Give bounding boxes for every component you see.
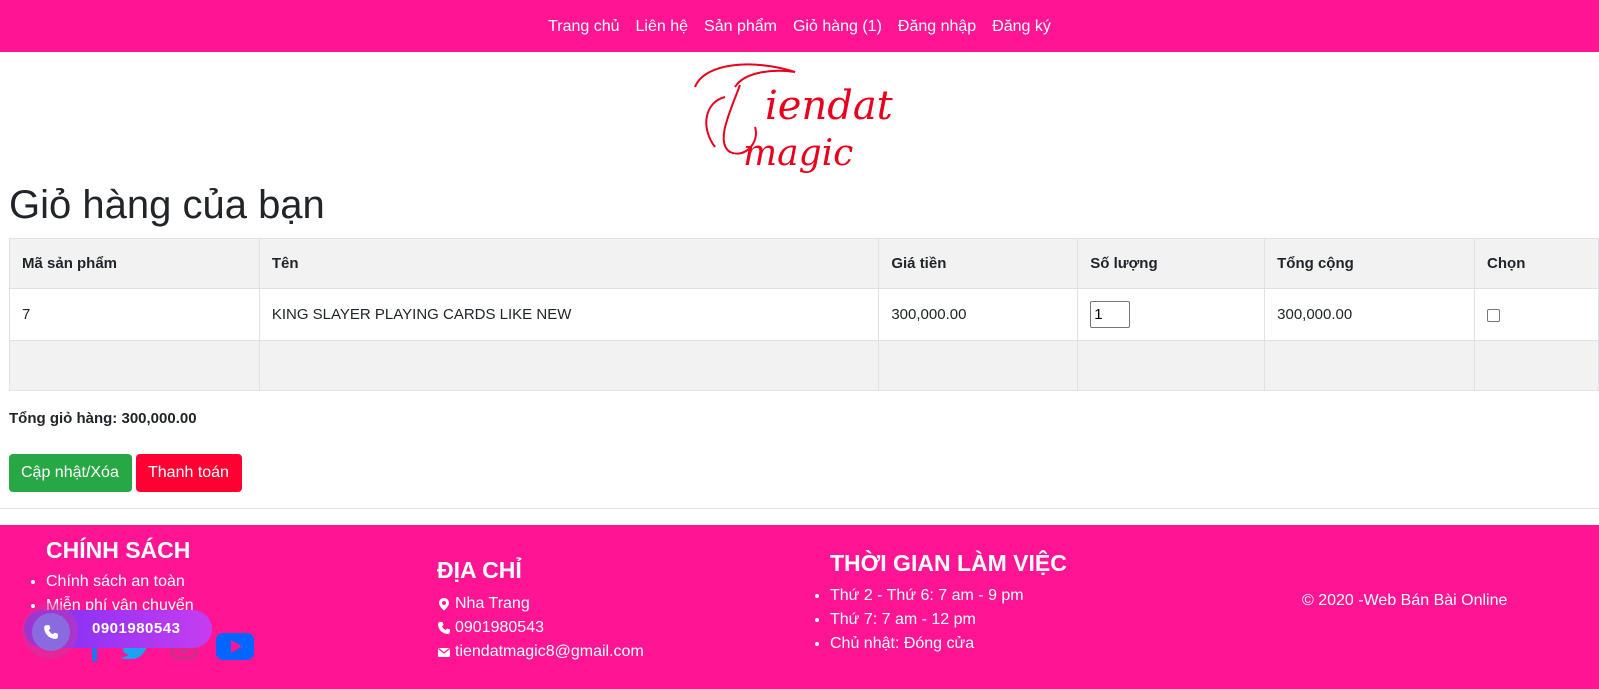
col-header-price: Giá tiền: [878, 238, 1079, 289]
table-row: 7 KING SLAYER PLAYING CARDS LIKE NEW 300…: [9, 288, 1599, 341]
cell-qty: [1077, 288, 1266, 341]
col-header-id: Mã sản phẩm: [9, 238, 260, 289]
col-header-total: Tổng cộng: [1264, 238, 1476, 289]
quantity-input[interactable]: [1090, 301, 1131, 328]
svg-text:magic: magic: [743, 133, 853, 174]
nav-login-link[interactable]: Đăng nhập: [890, 18, 984, 36]
update-delete-button[interactable]: Cập nhật/Xóa: [9, 454, 132, 492]
call-widget-button[interactable]: [32, 613, 70, 651]
nav-contact-link[interactable]: Liên hệ: [628, 18, 697, 36]
cell-price: 300,000.00: [878, 288, 1079, 341]
call-widget-number[interactable]: 0901980543: [92, 620, 180, 637]
hours-title: THỜI GIAN LÀM VIỆC: [830, 550, 1067, 576]
address-city: Nha Trang: [455, 595, 530, 612]
map-marker-icon: [439, 598, 449, 611]
copyright: © 2020 -Web Bán Bài Online: [1302, 592, 1508, 609]
cell-total: 300,000.00: [1264, 288, 1476, 341]
address-email[interactable]: tiendatmagic8@gmail.com: [455, 640, 644, 664]
cell-id: 7: [9, 288, 260, 341]
select-checkbox[interactable]: [1487, 308, 1501, 322]
empty-cell: [1474, 340, 1599, 391]
address-phone-row: 0901980543: [437, 616, 644, 640]
col-header-name: Tên: [258, 238, 880, 289]
table-header-row: Mã sản phẩm Tên Giá tiền Số lượng Tổng c…: [9, 238, 1599, 289]
cart-table: Mã sản phẩm Tên Giá tiền Số lượng Tổng c…: [9, 238, 1599, 391]
youtube-icon[interactable]: [216, 632, 254, 665]
nav-home-link[interactable]: Trang chủ: [540, 18, 627, 36]
envelope-icon: [438, 648, 450, 657]
page-title: Giỏ hàng của bạn: [9, 183, 325, 227]
hours-list: Thứ 2 - Thứ 6: 7 am - 9 pm Thứ 7: 7 am -…: [810, 584, 1024, 656]
phone-icon: [44, 625, 58, 639]
cart-total: Tổng giỏ hàng: 300,000.00: [9, 410, 197, 427]
top-navbar: Trang chủ Liên hệ Sản phẩm Giỏ hàng (1) …: [0, 0, 1599, 52]
empty-cell: [1264, 340, 1476, 391]
phone-icon: [438, 622, 450, 634]
col-header-select: Chọn: [1474, 238, 1599, 289]
cell-select: [1474, 288, 1599, 341]
table-row-empty: [9, 340, 1599, 391]
hours-item: Chủ nhật: Đóng cửa: [830, 632, 1024, 656]
policy-item[interactable]: Chính sách an toàn: [46, 570, 194, 594]
nav-products-link[interactable]: Sản phẩm: [696, 18, 785, 36]
address-city-row: Nha Trang: [437, 592, 644, 616]
col-header-qty: Số lượng: [1077, 238, 1266, 289]
policy-title: CHÍNH SÁCH: [46, 537, 191, 563]
empty-cell: [878, 340, 1079, 391]
nav-menu: Trang chủ Liên hệ Sản phẩm Giỏ hàng (1) …: [540, 16, 1059, 36]
checkout-button[interactable]: Thanh toán: [136, 454, 242, 492]
cell-name: KING SLAYER PLAYING CARDS LIKE NEW: [258, 288, 880, 341]
address-title: ĐỊA CHỈ: [437, 557, 522, 583]
address-block: Nha Trang 0901980543 tiendatmagic8@gmail…: [437, 592, 644, 664]
nav-cart-link[interactable]: Giỏ hàng (1): [785, 18, 890, 36]
nav-register-link[interactable]: Đăng ký: [984, 18, 1059, 36]
empty-cell: [9, 340, 260, 391]
divider: [0, 508, 1599, 509]
address-email-row: tiendatmagic8@gmail.com: [437, 640, 644, 664]
empty-cell: [258, 340, 880, 391]
svg-text:iendat: iendat: [765, 83, 894, 129]
site-logo[interactable]: iendat magic: [685, 57, 915, 181]
hours-item: Thứ 2 - Thứ 6: 7 am - 9 pm: [830, 584, 1024, 608]
empty-cell: [1077, 340, 1266, 391]
address-phone[interactable]: 0901980543: [455, 616, 544, 640]
hours-item: Thứ 7: 7 am - 12 pm: [830, 608, 1024, 632]
